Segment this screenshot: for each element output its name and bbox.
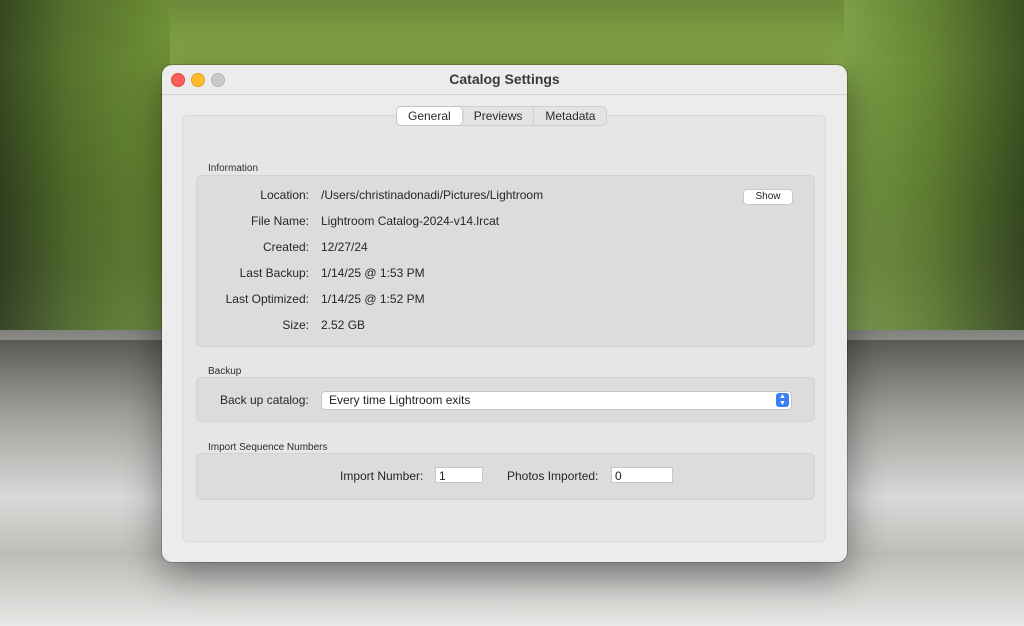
information-heading: Information bbox=[208, 163, 259, 174]
tab-bar: General Previews Metadata bbox=[396, 106, 608, 126]
import-number-field[interactable]: 1 bbox=[435, 467, 483, 483]
backup-frequency-select[interactable]: Every time Lightroom exits ▲ ▼ bbox=[321, 391, 792, 410]
information-group: Location: /Users/christinadonadi/Picture… bbox=[196, 175, 815, 347]
chevron-up-down-icon: ▲ ▼ bbox=[776, 393, 789, 407]
import-sequence-heading: Import Sequence Numbers bbox=[208, 442, 328, 453]
file-name-label: File Name: bbox=[250, 214, 309, 228]
last-optimized-value: 1/14/25 @ 1:52 PM bbox=[321, 292, 425, 306]
location-label: Location: bbox=[260, 188, 309, 202]
last-backup-label: Last Backup: bbox=[239, 266, 309, 280]
info-row-last-backup: Last Backup: 1/14/25 @ 1:53 PM bbox=[197, 263, 814, 283]
tab-general[interactable]: General bbox=[397, 107, 463, 125]
general-panel: Information Location: /Users/christinado… bbox=[182, 115, 826, 542]
photos-imported-field[interactable]: 0 bbox=[611, 467, 673, 483]
window-titlebar[interactable]: Catalog Settings bbox=[162, 65, 847, 95]
backup-catalog-label: Back up catalog: bbox=[220, 393, 309, 407]
created-label: Created: bbox=[262, 240, 309, 254]
backup-group: Back up catalog: Every time Lightroom ex… bbox=[196, 377, 815, 422]
info-row-size: Size: 2.52 GB bbox=[197, 315, 814, 335]
photos-imported-label: Photos Imported: bbox=[507, 469, 599, 483]
info-row-created: Created: 12/27/24 bbox=[197, 237, 814, 257]
tab-metadata[interactable]: Metadata bbox=[534, 107, 606, 125]
info-row-last-optimized: Last Optimized: 1/14/25 @ 1:52 PM bbox=[197, 289, 814, 309]
backup-frequency-value: Every time Lightroom exits bbox=[329, 393, 471, 407]
backup-heading: Backup bbox=[208, 366, 242, 377]
wallpaper-forest-left bbox=[0, 0, 170, 330]
location-value: /Users/christinadonadi/Pictures/Lightroo… bbox=[321, 188, 544, 202]
created-value: 12/27/24 bbox=[321, 240, 368, 254]
import-sequence-group: Import Number: 1 Photos Imported: 0 bbox=[196, 453, 815, 500]
last-backup-value: 1/14/25 @ 1:53 PM bbox=[321, 266, 425, 280]
info-row-location: Location: /Users/christinadonadi/Picture… bbox=[197, 185, 814, 205]
window-title: Catalog Settings bbox=[449, 71, 560, 87]
size-value: 2.52 GB bbox=[321, 318, 366, 332]
info-row-file-name: File Name: Lightroom Catalog-2024-v14.lr… bbox=[197, 211, 814, 231]
wallpaper-forest-right bbox=[844, 0, 1024, 330]
catalog-settings-window: Catalog Settings General Previews Metada… bbox=[162, 65, 847, 562]
last-optimized-label: Last Optimized: bbox=[225, 292, 309, 306]
size-label: Size: bbox=[282, 318, 309, 332]
tab-previews[interactable]: Previews bbox=[463, 107, 535, 125]
show-location-button[interactable]: Show bbox=[743, 189, 793, 205]
file-name-value: Lightroom Catalog-2024-v14.lrcat bbox=[321, 214, 500, 228]
import-number-label: Import Number: bbox=[340, 469, 424, 483]
